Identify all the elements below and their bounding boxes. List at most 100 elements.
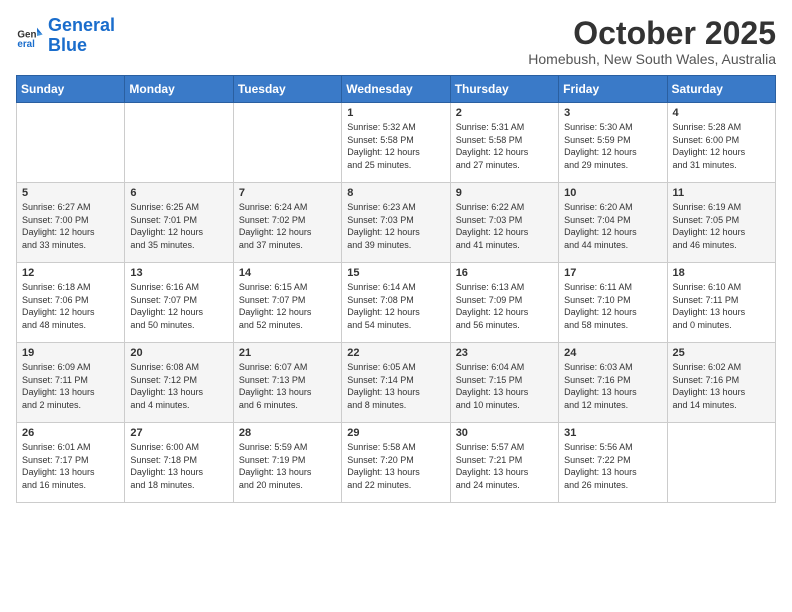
day-info: Sunrise: 6:10 AM Sunset: 7:11 PM Dayligh… (673, 281, 770, 331)
day-number: 14 (239, 267, 336, 279)
day-cell: 19 Sunrise: 6:09 AM Sunset: 7:11 PM Dayli… (17, 343, 125, 423)
day-info: Sunrise: 5:32 AM Sunset: 5:58 PM Dayligh… (347, 121, 444, 171)
day-info: Sunrise: 5:58 AM Sunset: 7:20 PM Dayligh… (347, 441, 444, 491)
day-cell: 16 Sunrise: 6:13 AM Sunset: 7:09 PM Dayli… (450, 263, 558, 343)
day-info: Sunrise: 6:18 AM Sunset: 7:06 PM Dayligh… (22, 281, 119, 331)
day-number: 30 (456, 427, 553, 439)
day-cell: 6 Sunrise: 6:25 AM Sunset: 7:01 PM Daylig… (125, 183, 233, 263)
day-info: Sunrise: 6:24 AM Sunset: 7:02 PM Dayligh… (239, 201, 336, 251)
day-cell: 26 Sunrise: 6:01 AM Sunset: 7:17 PM Dayli… (17, 423, 125, 503)
day-cell: 12 Sunrise: 6:18 AM Sunset: 7:06 PM Dayli… (17, 263, 125, 343)
day-cell: 27Sunrise: 6:00 AM Sunset: 7:18 PM Dayli… (125, 423, 233, 503)
day-number: 19 (22, 347, 119, 359)
day-info: Sunrise: 6:03 AM Sunset: 7:16 PM Dayligh… (564, 361, 661, 411)
day-info: Sunrise: 5:28 AM Sunset: 6:00 PM Dayligh… (673, 121, 770, 171)
title-block: October 2025 Homebush, New South Wales, … (528, 16, 776, 67)
day-cell: 17 Sunrise: 6:11 AM Sunset: 7:10 PM Dayli… (559, 263, 667, 343)
day-info: Sunrise: 5:30 AM Sunset: 5:59 PM Dayligh… (564, 121, 661, 171)
day-cell: 15Sunrise: 6:14 AM Sunset: 7:08 PM Dayli… (342, 263, 450, 343)
day-info: Sunrise: 6:14 AM Sunset: 7:08 PM Dayligh… (347, 281, 444, 331)
day-cell (17, 103, 125, 183)
day-number: 12 (22, 267, 119, 279)
day-cell: 31 Sunrise: 5:56 AM Sunset: 7:22 PM Dayli… (559, 423, 667, 503)
day-cell: 13 Sunrise: 6:16 AM Sunset: 7:07 PM Dayli… (125, 263, 233, 343)
day-cell: 23 Sunrise: 6:04 AM Sunset: 7:15 PM Dayli… (450, 343, 558, 423)
day-number: 28 (239, 427, 336, 439)
day-info: Sunrise: 6:11 AM Sunset: 7:10 PM Dayligh… (564, 281, 661, 331)
day-cell: 3Sunrise: 5:30 AM Sunset: 5:59 PM Daylig… (559, 103, 667, 183)
day-cell: 29 Sunrise: 5:58 AM Sunset: 7:20 PM Dayli… (342, 423, 450, 503)
day-cell: 4Sunrise: 5:28 AM Sunset: 6:00 PM Daylig… (667, 103, 775, 183)
day-number: 2 (456, 107, 553, 119)
day-info: Sunrise: 6:09 AM Sunset: 7:11 PM Dayligh… (22, 361, 119, 411)
day-info: Sunrise: 6:20 AM Sunset: 7:04 PM Dayligh… (564, 201, 661, 251)
day-number: 16 (456, 267, 553, 279)
day-cell (125, 103, 233, 183)
day-number: 6 (130, 187, 227, 199)
day-cell: 11 Sunrise: 6:19 AM Sunset: 7:05 PM Dayli… (667, 183, 775, 263)
day-number: 20 (130, 347, 227, 359)
week-row-3: 12 Sunrise: 6:18 AM Sunset: 7:06 PM Dayli… (17, 263, 776, 343)
day-cell: 9Sunrise: 6:22 AM Sunset: 7:03 PM Daylig… (450, 183, 558, 263)
day-number: 10 (564, 187, 661, 199)
day-info: Sunrise: 6:13 AM Sunset: 7:09 PM Dayligh… (456, 281, 553, 331)
day-info: Sunrise: 6:05 AM Sunset: 7:14 PM Dayligh… (347, 361, 444, 411)
day-cell: 22 Sunrise: 6:05 AM Sunset: 7:14 PM Dayli… (342, 343, 450, 423)
day-info: Sunrise: 6:25 AM Sunset: 7:01 PM Dayligh… (130, 201, 227, 251)
day-info: Sunrise: 5:57 AM Sunset: 7:21 PM Dayligh… (456, 441, 553, 491)
weekday-header-row: SundayMondayTuesdayWednesdayThursdayFrid… (17, 76, 776, 103)
weekday-header-friday: Friday (559, 76, 667, 103)
day-info: Sunrise: 6:23 AM Sunset: 7:03 PM Dayligh… (347, 201, 444, 251)
day-number: 24 (564, 347, 661, 359)
day-cell: 5Sunrise: 6:27 AM Sunset: 7:00 PM Daylig… (17, 183, 125, 263)
day-cell: 20Sunrise: 6:08 AM Sunset: 7:12 PM Dayli… (125, 343, 233, 423)
svg-text:eral: eral (17, 39, 35, 50)
day-cell (233, 103, 341, 183)
day-cell: 10 Sunrise: 6:20 AM Sunset: 7:04 PM Dayli… (559, 183, 667, 263)
day-number: 11 (673, 187, 770, 199)
day-info: Sunrise: 6:19 AM Sunset: 7:05 PM Dayligh… (673, 201, 770, 251)
logo-icon: Gen eral (16, 22, 44, 50)
day-number: 26 (22, 427, 119, 439)
day-cell: 1 Sunrise: 5:32 AM Sunset: 5:58 PM Daylig… (342, 103, 450, 183)
day-cell: 21Sunrise: 6:07 AM Sunset: 7:13 PM Dayli… (233, 343, 341, 423)
day-info: Sunrise: 5:59 AM Sunset: 7:19 PM Dayligh… (239, 441, 336, 491)
logo: Gen eral GeneralBlue (16, 16, 115, 56)
day-number: 31 (564, 427, 661, 439)
week-row-1: 1 Sunrise: 5:32 AM Sunset: 5:58 PM Daylig… (17, 103, 776, 183)
day-number: 7 (239, 187, 336, 199)
day-cell: 24 Sunrise: 6:03 AM Sunset: 7:16 PM Dayli… (559, 343, 667, 423)
day-number: 17 (564, 267, 661, 279)
day-info: Sunrise: 5:31 AM Sunset: 5:58 PM Dayligh… (456, 121, 553, 171)
day-cell: 14Sunrise: 6:15 AM Sunset: 7:07 PM Dayli… (233, 263, 341, 343)
day-number: 13 (130, 267, 227, 279)
day-info: Sunrise: 6:02 AM Sunset: 7:16 PM Dayligh… (673, 361, 770, 411)
day-number: 22 (347, 347, 444, 359)
day-cell: 28 Sunrise: 5:59 AM Sunset: 7:19 PM Dayli… (233, 423, 341, 503)
page-header: Gen eral GeneralBlue October 2025 Homebu… (16, 16, 776, 67)
day-cell: 18 Sunrise: 6:10 AM Sunset: 7:11 PM Dayli… (667, 263, 775, 343)
day-number: 23 (456, 347, 553, 359)
day-number: 29 (347, 427, 444, 439)
day-number: 9 (456, 187, 553, 199)
day-cell: 7 Sunrise: 6:24 AM Sunset: 7:02 PM Daylig… (233, 183, 341, 263)
day-number: 8 (347, 187, 444, 199)
week-row-5: 26 Sunrise: 6:01 AM Sunset: 7:17 PM Dayli… (17, 423, 776, 503)
day-cell (667, 423, 775, 503)
day-info: Sunrise: 6:16 AM Sunset: 7:07 PM Dayligh… (130, 281, 227, 331)
location-subtitle: Homebush, New South Wales, Australia (528, 51, 776, 67)
month-title: October 2025 (528, 16, 776, 51)
day-number: 1 (347, 107, 444, 119)
day-number: 27 (130, 427, 227, 439)
day-number: 21 (239, 347, 336, 359)
weekday-header-thursday: Thursday (450, 76, 558, 103)
day-cell: 8 Sunrise: 6:23 AM Sunset: 7:03 PM Daylig… (342, 183, 450, 263)
day-info: Sunrise: 5:56 AM Sunset: 7:22 PM Dayligh… (564, 441, 661, 491)
day-info: Sunrise: 6:27 AM Sunset: 7:00 PM Dayligh… (22, 201, 119, 251)
weekday-header-saturday: Saturday (667, 76, 775, 103)
day-number: 25 (673, 347, 770, 359)
day-number: 18 (673, 267, 770, 279)
calendar-table: SundayMondayTuesdayWednesdayThursdayFrid… (16, 75, 776, 503)
day-info: Sunrise: 6:04 AM Sunset: 7:15 PM Dayligh… (456, 361, 553, 411)
day-info: Sunrise: 6:01 AM Sunset: 7:17 PM Dayligh… (22, 441, 119, 491)
